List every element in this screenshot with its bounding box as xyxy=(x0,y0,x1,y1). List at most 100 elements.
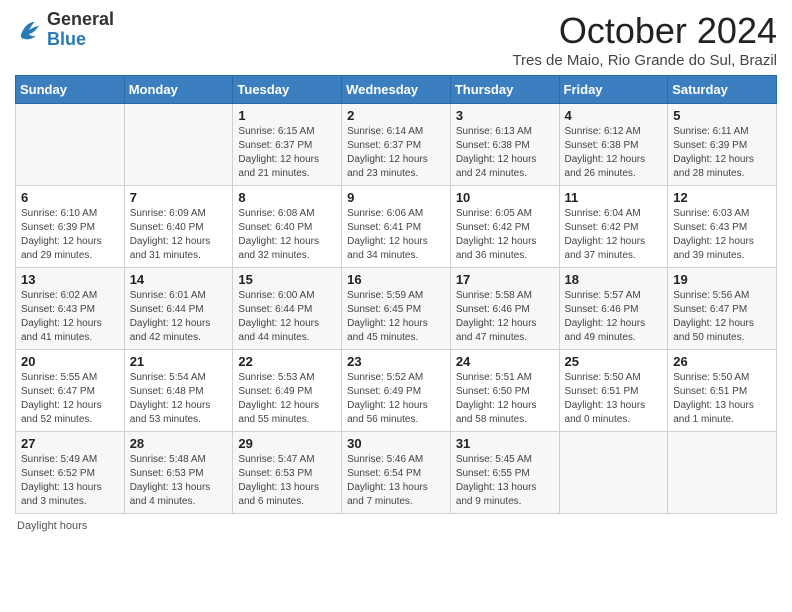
day-number: 24 xyxy=(456,354,554,369)
day-number: 16 xyxy=(347,272,445,287)
day-number: 29 xyxy=(238,436,336,451)
day-number: 22 xyxy=(238,354,336,369)
day-number: 11 xyxy=(565,190,663,205)
calendar-cell: 26 Sunrise: 5:50 AM Sunset: 6:51 PM Dayli… xyxy=(668,350,777,432)
calendar-cell xyxy=(559,432,668,514)
day-number: 2 xyxy=(347,108,445,123)
day-number: 3 xyxy=(456,108,554,123)
calendar-cell: 22 Sunrise: 5:53 AM Sunset: 6:49 PM Dayli… xyxy=(233,350,342,432)
calendar-cell: 13 Sunrise: 6:02 AM Sunset: 6:43 PM Dayli… xyxy=(16,268,125,350)
calendar-week-row: 6Sunrise: 6:10 AM Sunset: 6:39 PM Daylig… xyxy=(16,186,777,268)
column-header-thursday: Thursday xyxy=(450,76,559,104)
calendar-cell: 14Sunrise: 6:01 AM Sunset: 6:44 PM Dayli… xyxy=(124,268,233,350)
day-number: 7 xyxy=(130,190,228,205)
calendar-footer: Daylight hours xyxy=(15,520,777,532)
cell-sun-info: Sunrise: 6:06 AM Sunset: 6:41 PM Dayligh… xyxy=(347,207,445,263)
cell-sun-info: Sunrise: 6:05 AM Sunset: 6:42 PM Dayligh… xyxy=(456,207,554,263)
cell-sun-info: Sunrise: 5:45 AM Sunset: 6:55 PM Dayligh… xyxy=(456,453,554,509)
cell-sun-info: Sunrise: 5:56 AM Sunset: 6:47 PM Dayligh… xyxy=(673,289,771,345)
cell-sun-info: Sunrise: 5:46 AM Sunset: 6:54 PM Dayligh… xyxy=(347,453,445,509)
calendar-cell: 17Sunrise: 5:58 AM Sunset: 6:46 PM Dayli… xyxy=(450,268,559,350)
calendar-cell: 30 Sunrise: 5:46 AM Sunset: 6:54 PM Dayli… xyxy=(342,432,451,514)
cell-sun-info: Sunrise: 6:08 AM Sunset: 6:40 PM Dayligh… xyxy=(238,207,336,263)
calendar-cell: 27Sunrise: 5:49 AM Sunset: 6:52 PM Dayli… xyxy=(16,432,125,514)
day-number: 10 xyxy=(456,190,554,205)
column-header-saturday: Saturday xyxy=(668,76,777,104)
calendar-week-row: 1Sunrise: 6:15 AM Sunset: 6:37 PM Daylig… xyxy=(16,104,777,186)
column-header-wednesday: Wednesday xyxy=(342,76,451,104)
title-block: October 2024 Tres de Maio, Rio Grande do… xyxy=(512,10,777,69)
calendar-cell xyxy=(668,432,777,514)
logo-general-text: General xyxy=(47,9,114,29)
day-number: 4 xyxy=(565,108,663,123)
calendar-cell: 19 Sunrise: 5:56 AM Sunset: 6:47 PM Dayli… xyxy=(668,268,777,350)
calendar-cell: 25Sunrise: 5:50 AM Sunset: 6:51 PM Dayli… xyxy=(559,350,668,432)
cell-sun-info: Sunrise: 6:12 AM Sunset: 6:38 PM Dayligh… xyxy=(565,125,663,181)
cell-sun-info: Sunrise: 6:13 AM Sunset: 6:38 PM Dayligh… xyxy=(456,125,554,181)
day-number: 9 xyxy=(347,190,445,205)
calendar-cell: 5 Sunrise: 6:11 AM Sunset: 6:39 PM Daylig… xyxy=(668,104,777,186)
calendar-table: SundayMondayTuesdayWednesdayThursdayFrid… xyxy=(15,75,777,514)
calendar-cell: 21Sunrise: 5:54 AM Sunset: 6:48 PM Dayli… xyxy=(124,350,233,432)
calendar-cell: 28Sunrise: 5:48 AM Sunset: 6:53 PM Dayli… xyxy=(124,432,233,514)
day-number: 19 xyxy=(673,272,771,287)
calendar-cell xyxy=(124,104,233,186)
logo-bird-icon xyxy=(15,16,43,44)
day-number: 26 xyxy=(673,354,771,369)
cell-sun-info: Sunrise: 6:00 AM Sunset: 6:44 PM Dayligh… xyxy=(238,289,336,345)
logo: General Blue xyxy=(15,10,114,50)
cell-sun-info: Sunrise: 5:50 AM Sunset: 6:51 PM Dayligh… xyxy=(565,371,663,427)
month-title: October 2024 xyxy=(512,10,777,52)
cell-sun-info: Sunrise: 5:50 AM Sunset: 6:51 PM Dayligh… xyxy=(673,371,771,427)
cell-sun-info: Sunrise: 6:02 AM Sunset: 6:43 PM Dayligh… xyxy=(21,289,119,345)
calendar-cell: 8 Sunrise: 6:08 AM Sunset: 6:40 PM Daylig… xyxy=(233,186,342,268)
logo-blue-text: Blue xyxy=(47,29,86,49)
cell-sun-info: Sunrise: 6:14 AM Sunset: 6:37 PM Dayligh… xyxy=(347,125,445,181)
calendar-cell: 11 Sunrise: 6:04 AM Sunset: 6:42 PM Dayli… xyxy=(559,186,668,268)
calendar-cell: 6Sunrise: 6:10 AM Sunset: 6:39 PM Daylig… xyxy=(16,186,125,268)
calendar-header-row: SundayMondayTuesdayWednesdayThursdayFrid… xyxy=(16,76,777,104)
cell-sun-info: Sunrise: 6:01 AM Sunset: 6:44 PM Dayligh… xyxy=(130,289,228,345)
cell-sun-info: Sunrise: 5:59 AM Sunset: 6:45 PM Dayligh… xyxy=(347,289,445,345)
calendar-cell xyxy=(16,104,125,186)
day-number: 8 xyxy=(238,190,336,205)
calendar-cell: 7 Sunrise: 6:09 AM Sunset: 6:40 PM Daylig… xyxy=(124,186,233,268)
column-header-monday: Monday xyxy=(124,76,233,104)
calendar-cell: 12Sunrise: 6:03 AM Sunset: 6:43 PM Dayli… xyxy=(668,186,777,268)
cell-sun-info: Sunrise: 5:58 AM Sunset: 6:46 PM Dayligh… xyxy=(456,289,554,345)
calendar-cell: 1Sunrise: 6:15 AM Sunset: 6:37 PM Daylig… xyxy=(233,104,342,186)
cell-sun-info: Sunrise: 5:52 AM Sunset: 6:49 PM Dayligh… xyxy=(347,371,445,427)
cell-sun-info: Sunrise: 5:54 AM Sunset: 6:48 PM Dayligh… xyxy=(130,371,228,427)
calendar-cell: 3 Sunrise: 6:13 AM Sunset: 6:38 PM Daylig… xyxy=(450,104,559,186)
column-header-friday: Friday xyxy=(559,76,668,104)
day-number: 5 xyxy=(673,108,771,123)
day-number: 31 xyxy=(456,436,554,451)
location-text: Tres de Maio, Rio Grande do Sul, Brazil xyxy=(512,52,777,69)
day-number: 27 xyxy=(21,436,119,451)
calendar-cell: 31 Sunrise: 5:45 AM Sunset: 6:55 PM Dayli… xyxy=(450,432,559,514)
calendar-week-row: 20Sunrise: 5:55 AM Sunset: 6:47 PM Dayli… xyxy=(16,350,777,432)
calendar-cell: 4 Sunrise: 6:12 AM Sunset: 6:38 PM Daylig… xyxy=(559,104,668,186)
cell-sun-info: Sunrise: 5:47 AM Sunset: 6:53 PM Dayligh… xyxy=(238,453,336,509)
cell-sun-info: Sunrise: 5:53 AM Sunset: 6:49 PM Dayligh… xyxy=(238,371,336,427)
column-header-sunday: Sunday xyxy=(16,76,125,104)
day-number: 20 xyxy=(21,354,119,369)
calendar-cell: 20Sunrise: 5:55 AM Sunset: 6:47 PM Dayli… xyxy=(16,350,125,432)
day-number: 30 xyxy=(347,436,445,451)
calendar-cell: 23Sunrise: 5:52 AM Sunset: 6:49 PM Dayli… xyxy=(342,350,451,432)
cell-sun-info: Sunrise: 6:09 AM Sunset: 6:40 PM Dayligh… xyxy=(130,207,228,263)
calendar-cell: 24Sunrise: 5:51 AM Sunset: 6:50 PM Dayli… xyxy=(450,350,559,432)
cell-sun-info: Sunrise: 6:15 AM Sunset: 6:37 PM Dayligh… xyxy=(238,125,336,181)
cell-sun-info: Sunrise: 6:04 AM Sunset: 6:42 PM Dayligh… xyxy=(565,207,663,263)
daylight-label: Daylight hours xyxy=(17,520,87,532)
day-number: 6 xyxy=(21,190,119,205)
calendar-cell: 15 Sunrise: 6:00 AM Sunset: 6:44 PM Dayli… xyxy=(233,268,342,350)
cell-sun-info: Sunrise: 6:11 AM Sunset: 6:39 PM Dayligh… xyxy=(673,125,771,181)
day-number: 13 xyxy=(21,272,119,287)
calendar-week-row: 13 Sunrise: 6:02 AM Sunset: 6:43 PM Dayli… xyxy=(16,268,777,350)
day-number: 15 xyxy=(238,272,336,287)
cell-sun-info: Sunrise: 5:48 AM Sunset: 6:53 PM Dayligh… xyxy=(130,453,228,509)
cell-sun-info: Sunrise: 5:57 AM Sunset: 6:46 PM Dayligh… xyxy=(565,289,663,345)
calendar-cell: 2 Sunrise: 6:14 AM Sunset: 6:37 PM Daylig… xyxy=(342,104,451,186)
page-header: General Blue October 2024 Tres de Maio, … xyxy=(15,10,777,69)
